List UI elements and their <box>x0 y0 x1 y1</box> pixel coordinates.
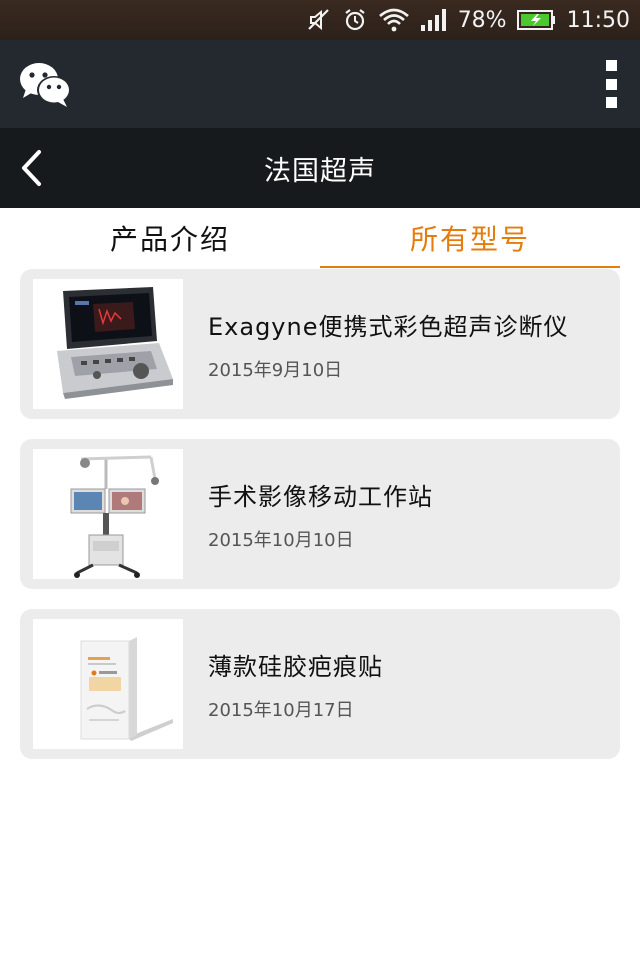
tab-all-models[interactable]: 所有型号 <box>320 208 620 268</box>
product-date: 2015年9月10日 <box>208 359 343 381</box>
list-item[interactable]: 手术影像移动工作站 2015年10月10日 <box>20 439 620 589</box>
list-item[interactable]: Exagyne便携式彩色超声诊断仪 2015年9月10日 <box>20 269 620 419</box>
tab-bar: 产品介绍 所有型号 <box>20 208 620 268</box>
battery-percent: 78% <box>457 7 507 33</box>
list-item[interactable]: 薄款硅胶疤痕贴 2015年10月17日 <box>20 609 620 759</box>
product-date: 2015年10月10日 <box>208 529 354 551</box>
back-button[interactable] <box>14 148 48 188</box>
page-header: 法国超声 <box>0 128 640 208</box>
wechat-logo-icon <box>18 59 74 109</box>
product-info: Exagyne便携式彩色超声诊断仪 2015年9月10日 <box>208 307 569 382</box>
app-bar <box>0 40 640 128</box>
signal-icon <box>420 7 448 33</box>
product-info: 薄款硅胶疤痕贴 2015年10月17日 <box>208 647 383 722</box>
alarm-icon <box>342 7 368 33</box>
product-image-scar-patch <box>33 619 183 749</box>
product-title: Exagyne便携式彩色超声诊断仪 <box>208 312 569 341</box>
product-list: Exagyne便携式彩色超声诊断仪 2015年9月10日 手术影像移动工作站 2… <box>20 269 620 779</box>
product-info: 手术影像移动工作站 2015年10月10日 <box>208 477 433 552</box>
mute-icon <box>306 7 332 33</box>
battery-charging-icon <box>516 8 557 32</box>
clock: 11:50 <box>566 7 630 33</box>
product-title: 薄款硅胶疤痕贴 <box>208 652 383 681</box>
product-title: 手术影像移动工作站 <box>208 482 433 511</box>
product-image-ultrasound <box>33 279 183 409</box>
tab-product-intro[interactable]: 产品介绍 <box>20 208 320 268</box>
chevron-left-icon <box>22 150 41 186</box>
wifi-icon <box>378 7 410 33</box>
product-image-workstation <box>33 449 183 579</box>
status-bar: 78% 11:50 <box>0 0 640 40</box>
page-title: 法国超声 <box>264 155 376 187</box>
more-vertical-icon[interactable] <box>602 60 620 108</box>
product-date: 2015年10月17日 <box>208 699 354 721</box>
